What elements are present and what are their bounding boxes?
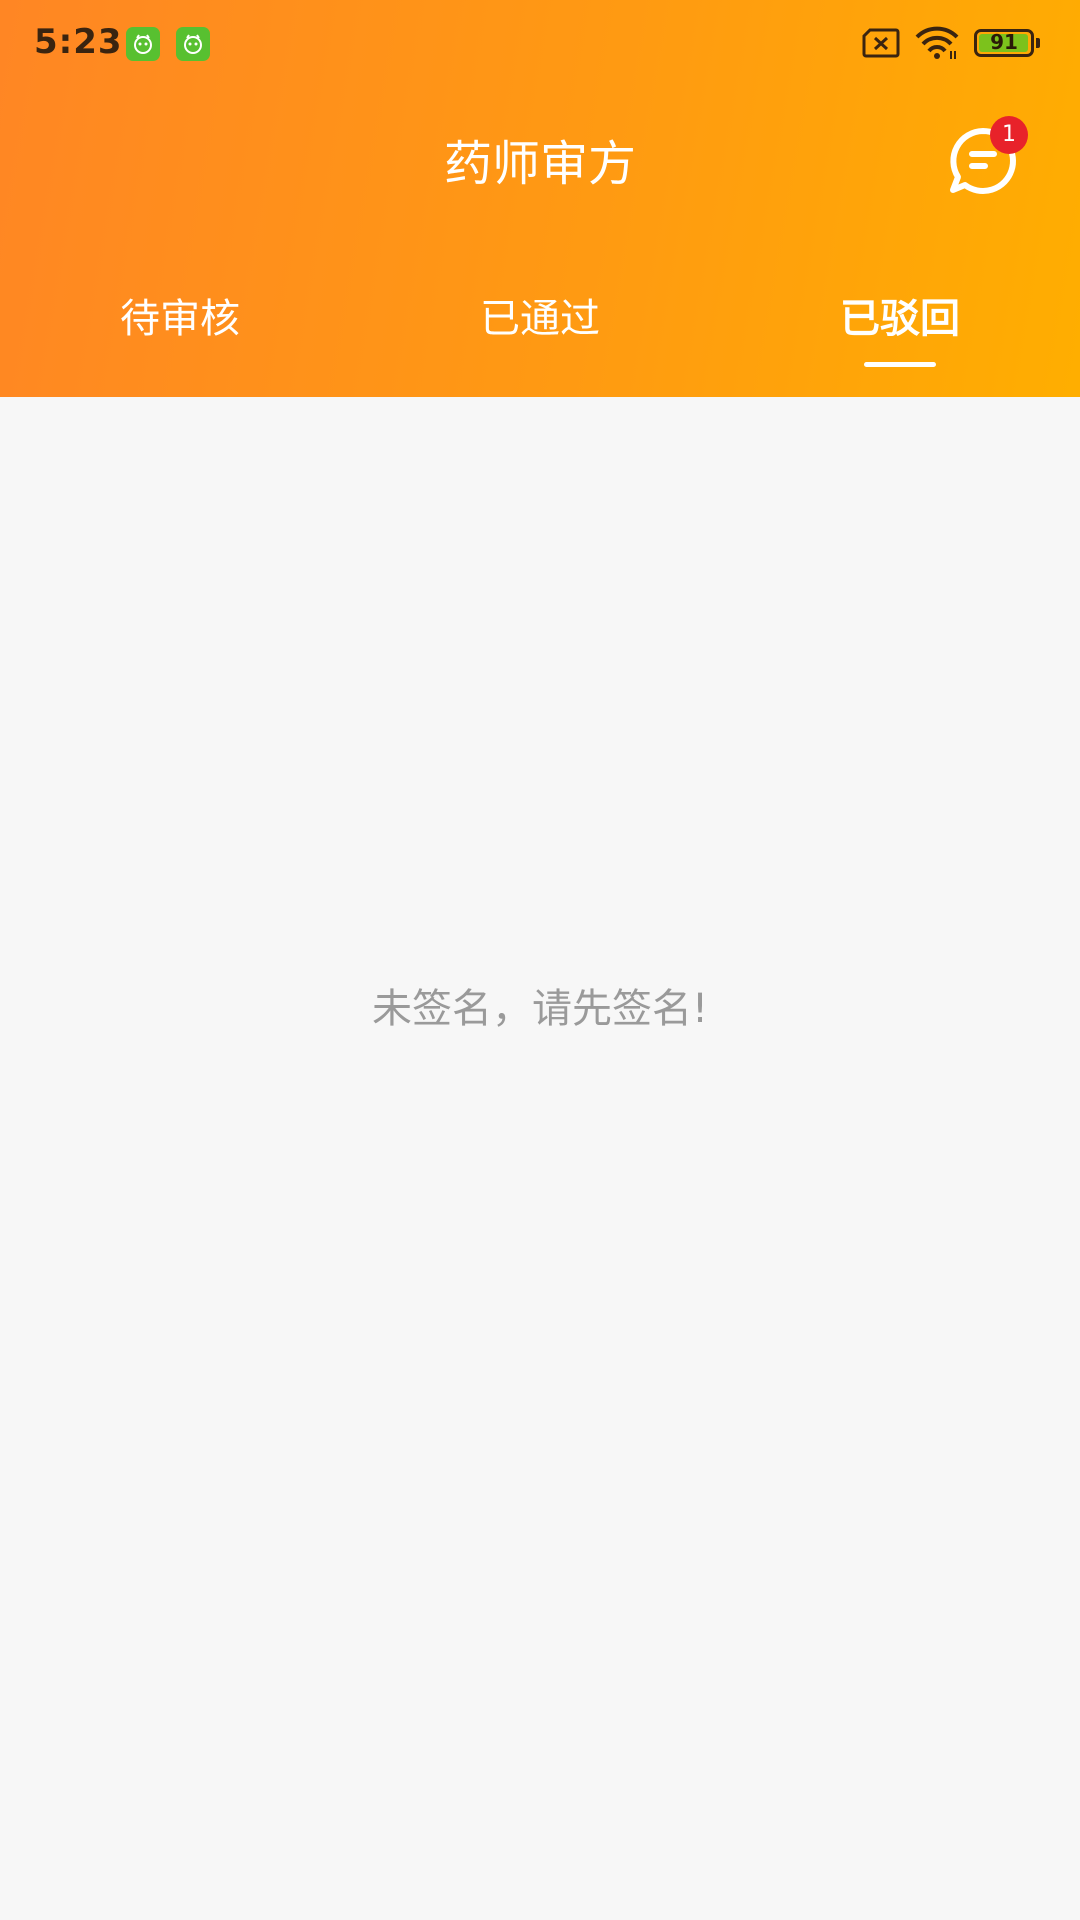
battery-icon: 91: [974, 29, 1034, 57]
active-tab-indicator: [864, 362, 936, 367]
empty-state-message: 未签名，请先签名!: [371, 986, 709, 1032]
page-title: 药师审方: [443, 136, 636, 192]
no-sim-icon: [862, 28, 900, 62]
battery-level-text: 91: [990, 30, 1018, 54]
tab-pending[interactable]: 待审核: [0, 280, 360, 370]
status-bar: 5:23 91: [0, 0, 1080, 88]
status-time: 5:23: [34, 22, 123, 62]
app-notification-icon: [176, 27, 210, 61]
tab-label: 待审核: [120, 296, 240, 342]
tab-label: 已驳回: [840, 296, 960, 342]
tab-approved[interactable]: 已通过: [360, 280, 720, 370]
app-notification-icon: [126, 27, 160, 61]
app-header: 5:23 91 药师审方 1 待审核 已通过 已驳回: [0, 0, 1080, 397]
battery-cap: [1036, 38, 1040, 48]
wifi-icon: [914, 26, 960, 64]
tab-rejected[interactable]: 已驳回: [720, 280, 1080, 370]
tab-bar: 待审核 已通过 已驳回: [0, 280, 1080, 370]
tab-label: 已通过: [480, 296, 600, 342]
notification-count-badge: 1: [990, 116, 1028, 154]
